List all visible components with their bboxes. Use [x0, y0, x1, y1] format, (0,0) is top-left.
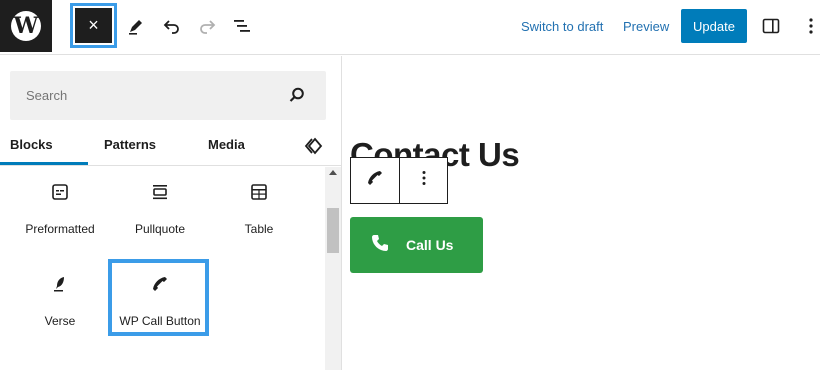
document-overview-icon[interactable]	[230, 14, 254, 38]
block-label: Preformatted	[25, 222, 95, 236]
inserter-scrollbar[interactable]	[325, 167, 341, 370]
settings-sidebar-icon[interactable]	[759, 14, 783, 38]
undo-icon[interactable]	[160, 14, 184, 38]
block-verse[interactable]: Verse	[10, 274, 110, 354]
verse-icon	[50, 274, 70, 294]
block-search-input[interactable]: Search	[10, 71, 326, 120]
collapse-tabs-icon[interactable]	[303, 135, 325, 157]
search-placeholder: Search	[26, 88, 68, 103]
block-toolbar	[350, 157, 448, 204]
redo-icon[interactable]	[195, 14, 219, 38]
block-pullquote[interactable]: Pullquote	[110, 182, 210, 262]
tools-pencil-icon[interactable]	[124, 14, 148, 38]
block-preformatted[interactable]: Preformatted	[10, 182, 110, 262]
block-label: Table	[244, 222, 274, 236]
wp-call-button-highlight	[108, 259, 209, 336]
block-label: Pullquote	[134, 222, 186, 236]
block-table[interactable]: Table	[209, 182, 309, 262]
preformatted-icon	[50, 182, 70, 202]
scrollbar-thumb[interactable]	[327, 208, 339, 253]
pullquote-icon	[150, 182, 170, 202]
search-icon	[288, 86, 306, 104]
phone-icon	[366, 169, 384, 192]
table-icon	[249, 182, 269, 202]
update-button[interactable]: Update	[681, 9, 747, 43]
tab-media[interactable]: Media	[208, 137, 245, 152]
tab-blocks[interactable]: Blocks	[10, 137, 53, 152]
close-inserter-button[interactable]: ×	[75, 8, 112, 43]
active-tab-indicator	[0, 162, 88, 165]
wordpress-logo-glyph: W	[11, 11, 41, 41]
inserter-tabs: Blocks Patterns Media	[0, 128, 341, 166]
preview-link[interactable]: Preview	[623, 19, 669, 34]
block-label: Verse	[44, 314, 76, 328]
block-type-button[interactable]	[351, 158, 399, 203]
more-vertical-icon	[415, 169, 433, 192]
tab-patterns[interactable]: Patterns	[104, 137, 156, 152]
call-us-label: Call Us	[406, 237, 454, 253]
call-us-button[interactable]: Call Us	[350, 217, 483, 273]
scroll-up-arrow-icon[interactable]	[329, 170, 337, 175]
top-toolbar: W × Switch to draft Preview Update	[0, 0, 820, 55]
block-options-button[interactable]	[399, 158, 447, 203]
switch-to-draft-link[interactable]: Switch to draft	[521, 19, 603, 34]
close-inserter-highlight: ×	[70, 3, 117, 48]
more-options-icon[interactable]	[799, 14, 820, 38]
wordpress-logo[interactable]: W	[0, 0, 52, 52]
phone-icon	[370, 233, 390, 258]
